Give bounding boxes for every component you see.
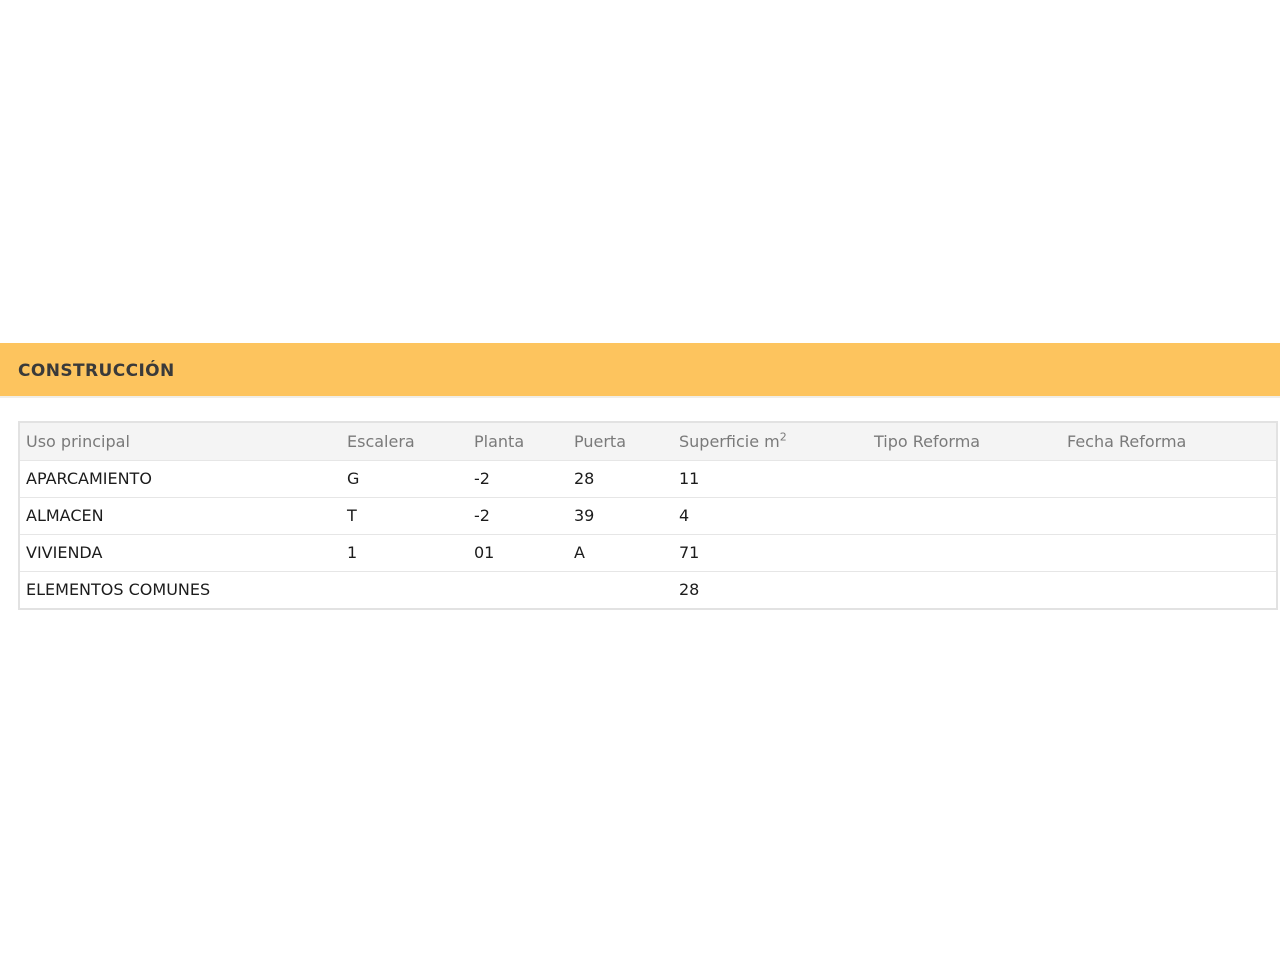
cell-escalera: G — [341, 459, 468, 497]
superficie-superscript: 2 — [779, 430, 787, 444]
cell-tipo-reforma — [868, 496, 1061, 534]
col-header-uso-principal: Uso principal — [26, 431, 130, 451]
col-header-puerta: Puerta — [574, 431, 627, 451]
table-row: VIVIENDA 1 01 A 71 — [20, 533, 1276, 571]
cell-puerta: 28 — [568, 459, 673, 497]
cell-fecha-reforma — [1061, 496, 1276, 534]
cell-puerta — [568, 570, 673, 608]
col-header-fecha-reforma: Fecha Reforma — [1067, 431, 1187, 451]
cell-planta — [468, 570, 568, 608]
table-row: ALMACEN T -2 39 4 — [20, 496, 1276, 534]
table-header-row: Uso principal Escalera Planta Puerta Sup… — [20, 423, 1276, 460]
section-title: CONSTRUCCIÓN — [18, 361, 175, 381]
cell-tipo-reforma — [868, 570, 1061, 608]
cell-superficie: 28 — [673, 570, 868, 608]
cell-puerta: A — [568, 533, 673, 571]
cell-planta: -2 — [468, 496, 568, 534]
cell-escalera: 1 — [341, 533, 468, 571]
cell-superficie: 71 — [673, 533, 868, 571]
cell-escalera — [341, 570, 468, 608]
cell-planta: -2 — [468, 459, 568, 497]
cell-escalera: T — [341, 496, 468, 534]
cell-fecha-reforma — [1061, 533, 1276, 571]
section-header: CONSTRUCCIÓN — [0, 343, 1280, 398]
col-header-tipo-reforma: Tipo Reforma — [874, 431, 981, 451]
cell-tipo-reforma — [868, 459, 1061, 497]
cell-superficie: 4 — [673, 496, 868, 534]
table: Uso principal Escalera Planta Puerta Sup… — [20, 423, 1276, 608]
cell-superficie: 11 — [673, 459, 868, 497]
page: CONSTRUCCIÓN Uso principal Escalera Plan… — [0, 0, 1280, 960]
table-row: ELEMENTOS COMUNES 28 — [20, 570, 1276, 608]
cell-fecha-reforma — [1061, 570, 1276, 608]
cell-tipo-reforma — [868, 533, 1061, 571]
cell-uso: ELEMENTOS COMUNES — [20, 570, 341, 608]
cell-puerta: 39 — [568, 496, 673, 534]
superficie-label: Superficie m — [679, 431, 780, 451]
col-header-escalera: Escalera — [347, 431, 415, 451]
cell-uso: APARCAMIENTO — [20, 459, 341, 497]
col-header-planta: Planta — [474, 431, 525, 451]
cell-uso: ALMACEN — [20, 496, 341, 534]
table-row: APARCAMIENTO G -2 28 11 — [20, 459, 1276, 497]
col-header-superficie: Superficie m2 — [673, 423, 868, 460]
cell-fecha-reforma — [1061, 459, 1276, 497]
cell-planta: 01 — [468, 533, 568, 571]
cell-uso: VIVIENDA — [20, 533, 341, 571]
construction-table: Uso principal Escalera Planta Puerta Sup… — [18, 421, 1278, 610]
